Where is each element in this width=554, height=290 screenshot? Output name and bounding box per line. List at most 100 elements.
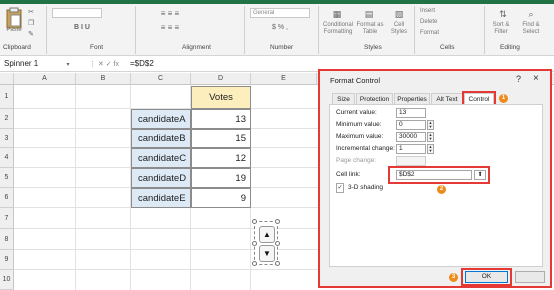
candidate-cell[interactable]: candidateC — [131, 148, 191, 168]
conditional-formatting-button[interactable]: Conditional Formatting — [322, 22, 354, 36]
tab-properties[interactable]: Properties — [394, 93, 430, 104]
sort-filter-button[interactable]: Sort & Filter — [488, 22, 514, 36]
column-header-e[interactable]: E — [251, 73, 317, 85]
maximum-value-label: Maximum value: — [336, 133, 384, 140]
tab-alt-text[interactable]: Alt Text — [431, 93, 463, 104]
row-header-6[interactable]: 6 — [0, 188, 14, 208]
font-name-combo[interactable] — [52, 8, 102, 18]
number-format-combo[interactable]: General — [250, 8, 310, 18]
spinner-up-button[interactable]: ▲ — [259, 226, 275, 243]
incremental-change-input[interactable]: 1 — [396, 144, 426, 154]
column-header-a[interactable]: A — [14, 73, 76, 85]
format-as-table-icon[interactable]: ▤ — [362, 7, 376, 21]
cell-link-highlight — [388, 166, 490, 184]
spinner-down-button[interactable]: ▼ — [259, 245, 275, 262]
page-change-input — [396, 156, 426, 166]
resize-handle[interactable] — [252, 261, 257, 266]
dialog-title: Format Control — [330, 76, 381, 85]
align-left-icons[interactable]: ≡ ≡ ≡ — [140, 22, 200, 32]
tab-size[interactable]: Size — [332, 93, 355, 104]
paste-button[interactable]: Paste — [3, 27, 25, 34]
cell-styles-button[interactable]: Cell Styles — [388, 22, 410, 36]
currency-percent-icons[interactable]: $ % , — [250, 22, 310, 32]
close-icon[interactable]: × — [533, 73, 539, 84]
row-header-1[interactable]: 1 — [0, 85, 14, 109]
resize-handle[interactable] — [252, 219, 257, 224]
row-header-8[interactable]: 8 — [0, 229, 14, 250]
step-badge-1: 1 — [499, 94, 508, 103]
minimum-value-input[interactable]: 0 — [396, 120, 426, 130]
insert-button[interactable]: Insert — [420, 8, 460, 15]
control-tab-pane: Current value: 13 Minimum value: 0 ▲ ▼ Ma… — [329, 104, 543, 267]
format-painter-icon[interactable]: ✎ — [26, 30, 36, 38]
row-header-5[interactable]: 5 — [0, 168, 14, 188]
row-header-10[interactable]: 10 — [0, 270, 14, 290]
column-header-d[interactable]: D — [191, 73, 251, 85]
resize-handle[interactable] — [275, 261, 280, 266]
formula-bar-icons[interactable]: ⋮ ✕ ✓ fx — [84, 58, 124, 70]
ribbon-accent-bar — [0, 0, 554, 4]
resize-handle[interactable] — [275, 219, 280, 224]
cut-icon[interactable]: ✂ — [26, 8, 36, 16]
chevron-down-icon[interactable]: ▾ — [64, 59, 72, 69]
column-header-b[interactable]: B — [76, 73, 131, 85]
font-group-label: Font — [90, 44, 104, 51]
incremental-change-stepper[interactable]: ▲ ▼ — [427, 144, 434, 154]
format-button[interactable]: Format — [420, 30, 460, 37]
votes-cell[interactable]: 15 — [191, 129, 251, 148]
align-top-icons[interactable]: ≡ ≡ ≡ — [140, 8, 200, 18]
sort-filter-icon[interactable]: ⇅ — [492, 7, 514, 21]
gridline — [14, 269, 318, 270]
formula-input[interactable]: =$D$2 — [130, 58, 154, 70]
candidate-cell[interactable]: candidateE — [131, 188, 191, 208]
row-header-7[interactable]: 7 — [0, 208, 14, 229]
editing-group-label: Editing — [500, 44, 520, 51]
current-value-input[interactable]: 13 — [396, 108, 426, 118]
triangle-down-icon: ▼ — [263, 249, 271, 258]
tab-protection[interactable]: Protection — [356, 93, 393, 104]
votes-cell[interactable]: 13 — [191, 109, 251, 129]
resize-handle[interactable] — [275, 241, 280, 246]
format-as-table-button[interactable]: Format as Table — [356, 22, 384, 36]
format-control-dialog: Format Control ? × Size Protection Prope… — [318, 69, 552, 288]
select-all-corner[interactable] — [0, 73, 14, 85]
row-header-2[interactable]: 2 — [0, 109, 14, 129]
conditional-formatting-icon[interactable]: ▦ — [330, 7, 344, 21]
alignment-group-label: Alignment — [182, 44, 211, 51]
votes-header-cell[interactable]: Votes — [191, 86, 251, 109]
votes-cell[interactable]: 19 — [191, 168, 251, 188]
minimum-value-stepper[interactable]: ▲ ▼ — [427, 120, 434, 130]
ok-button[interactable]: OK — [465, 271, 508, 283]
column-header-c[interactable]: C — [131, 73, 191, 85]
divider — [244, 6, 245, 54]
maximum-value-input[interactable]: 30000 — [396, 132, 426, 142]
number-group-label: Number — [270, 44, 294, 51]
row-header-9[interactable]: 9 — [0, 250, 14, 270]
candidate-cell[interactable]: candidateD — [131, 168, 191, 188]
step-badge-2: 2 — [437, 185, 446, 194]
cell-styles-icon[interactable]: ▧ — [392, 7, 406, 21]
copy-icon[interactable]: ❐ — [26, 19, 36, 27]
candidate-cell[interactable]: candidateB — [131, 129, 191, 148]
3d-shading-checkbox[interactable]: ✓ — [336, 183, 344, 193]
resize-handle[interactable] — [252, 241, 257, 246]
maximum-value-stepper[interactable]: ▲ ▼ — [427, 132, 434, 142]
cell-link-label: Cell link: — [336, 171, 361, 178]
candidate-cell[interactable]: candidateA — [131, 109, 191, 129]
bold-italic-underline-icons[interactable]: B I U — [52, 22, 112, 32]
find-select-icon[interactable]: ⌕ — [520, 7, 542, 21]
clipboard-group-label: Clipboard — [3, 44, 31, 51]
divider — [46, 6, 47, 54]
votes-cell[interactable]: 9 — [191, 188, 251, 208]
spinner-control[interactable]: ▲ ▼ — [252, 219, 280, 266]
delete-button[interactable]: Delete — [420, 19, 460, 26]
divider — [414, 6, 415, 54]
votes-cell[interactable]: 12 — [191, 148, 251, 168]
help-icon[interactable]: ? — [516, 74, 521, 84]
row-header-4[interactable]: 4 — [0, 148, 14, 168]
cancel-button[interactable] — [515, 271, 545, 283]
find-select-button[interactable]: Find & Select — [516, 22, 546, 36]
cells-group-label: Cells — [440, 44, 455, 51]
name-box[interactable]: Spinner 1 — [2, 58, 62, 70]
row-header-3[interactable]: 3 — [0, 129, 14, 148]
